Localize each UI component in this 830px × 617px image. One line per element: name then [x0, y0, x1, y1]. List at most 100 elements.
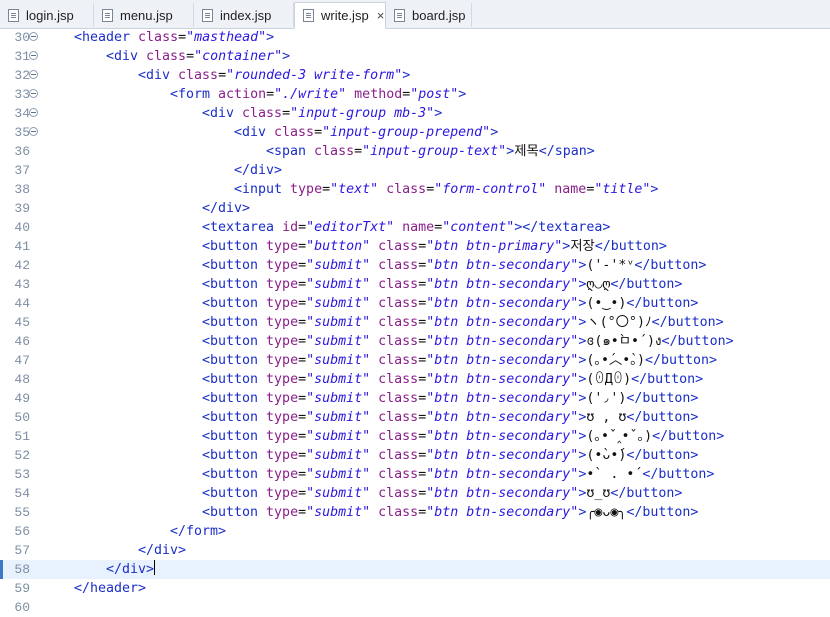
code-line[interactable]: 58 </div> [0, 560, 830, 579]
code-text: <button type="submit" class="btn btn-sec… [202, 465, 714, 484]
code-token: ('-'*ᵛ [586, 258, 635, 273]
code-token: <button [202, 258, 267, 273]
code-token: <textarea [202, 220, 283, 235]
line-number: 36 [14, 144, 30, 159]
code-token: </header> [74, 581, 147, 596]
line-number: 54 [14, 486, 30, 501]
code-line[interactable]: 51 <button type="submit" class="btn btn-s… [0, 427, 830, 446]
code-line[interactable]: 56 </form> [0, 522, 830, 541]
code-line[interactable]: 34 <div class="input-group mb-3"> [0, 104, 830, 123]
code-line[interactable]: 48 <button type="submit" class="btn btn-s… [0, 370, 830, 389]
code-token: (｡•́︿•̀｡) [586, 353, 645, 368]
code-editor[interactable]: 30 <header class="masthead"> 31 <div class=… [0, 28, 830, 615]
code-line[interactable]: 46 <button type="submit" class="btn btn-s… [0, 332, 830, 351]
code-text: <button type="submit" class="btn btn-sec… [202, 275, 682, 294]
code-token: = [418, 258, 427, 273]
code-token: ('◞') [586, 391, 627, 406]
code-token: "rounded-3 write-form" [226, 68, 403, 83]
tab-write-jsp[interactable]: write.jsp × [294, 2, 386, 29]
tab-login-jsp[interactable]: login.jsp [0, 3, 94, 27]
tab-menu-jsp[interactable]: menu.jsp [94, 3, 194, 27]
code-line[interactable]: 44 <button type="submit" class="btn btn-s… [0, 294, 830, 313]
code-token: class [242, 106, 283, 121]
code-token: "submit" [306, 258, 371, 273]
code-line[interactable]: 37 </div> [0, 161, 830, 180]
code-token: "submit" [306, 353, 371, 368]
code-line[interactable]: 36 <span class="input-group-text">제목</spa… [0, 142, 830, 161]
code-line[interactable]: 41 <button type="button" class="btn btn-p… [0, 237, 830, 256]
code-line[interactable]: 35 <div class="input-group-prepend"> [0, 123, 830, 142]
code-line[interactable]: 40 <textarea id="editorTxt" name="content… [0, 218, 830, 237]
code-line[interactable]: 60 [0, 598, 830, 617]
collapse-fold-icon[interactable] [29, 32, 38, 41]
line-number: 45 [14, 315, 30, 330]
code-token: <button [202, 486, 267, 501]
close-icon[interactable]: × [377, 8, 385, 23]
code-token: type [266, 486, 299, 501]
code-text: <button type="submit" class="btn btn-sec… [202, 294, 698, 313]
collapse-fold-icon[interactable] [29, 108, 38, 117]
code-token: "btn btn-secondary" [426, 315, 579, 330]
code-text: </div> [202, 199, 250, 218]
code-token: "title" [594, 182, 651, 197]
code-line[interactable]: 43 <button type="submit" class="btn btn-s… [0, 275, 830, 294]
collapse-fold-icon[interactable] [29, 127, 38, 136]
line-number: 41 [14, 239, 30, 254]
code-line[interactable]: 39 </div> [0, 199, 830, 218]
code-token: "button" [306, 239, 371, 254]
code-token: "submit" [306, 372, 371, 387]
code-line[interactable]: 49 <button type="submit" class="btn btn-s… [0, 389, 830, 408]
code-line[interactable]: 32 <div class="rounded-3 write-form"> [0, 66, 830, 85]
code-line[interactable]: 52 <button type="submit" class="btn btn-s… [0, 446, 830, 465]
collapse-fold-icon[interactable] [29, 70, 38, 79]
code-token: class [370, 353, 419, 368]
code-line[interactable]: 33 <form action="./write" method="post"> [0, 85, 830, 104]
code-line[interactable]: 50 <button type="submit" class="btn btn-s… [0, 408, 830, 427]
line-number: 37 [14, 163, 30, 178]
jsp-file-icon [303, 9, 314, 22]
code-token: </button> [626, 391, 699, 406]
code-token: "masthead" [186, 30, 267, 45]
code-token: (｡•ˇ‸•ˇ｡) [586, 429, 653, 444]
code-token: = [178, 30, 187, 45]
collapse-fold-icon[interactable] [29, 89, 38, 98]
code-line[interactable]: 47 <button type="submit" class="btn btn-s… [0, 351, 830, 370]
code-token: </button> [610, 277, 683, 292]
code-text: <button type="submit" class="btn btn-sec… [202, 389, 698, 408]
code-line[interactable]: 38 <input type="text" class="form-control… [0, 180, 830, 199]
code-token: class [314, 144, 355, 159]
code-line[interactable]: 54 <button type="submit" class="btn btn-s… [0, 484, 830, 503]
code-token: method [346, 87, 403, 102]
collapse-fold-icon[interactable] [29, 51, 38, 60]
code-token: "form-control" [434, 182, 547, 197]
line-number: 55 [14, 505, 30, 520]
tab-board-jsp[interactable]: board.jsp [386, 3, 472, 27]
code-token: "btn btn-primary" [426, 239, 563, 254]
code-line[interactable]: 57 </div> [0, 541, 830, 560]
code-text: <span class="input-group-text">제목</span> [266, 142, 595, 161]
code-line[interactable]: 30 <header class="masthead"> [0, 28, 830, 47]
code-token: class [370, 410, 419, 425]
code-token: = [418, 315, 427, 330]
code-line[interactable]: 42 <button type="submit" class="btn btn-s… [0, 256, 830, 275]
code-line[interactable]: 53 <button type="submit" class="btn btn-s… [0, 465, 830, 484]
code-line[interactable]: 45 <button type="submit" class="btn btn-s… [0, 313, 830, 332]
code-token: </button> [626, 410, 699, 425]
code-token: type [266, 372, 299, 387]
code-token: type [266, 410, 299, 425]
code-token: "btn btn-secondary" [426, 448, 579, 463]
line-number: 43 [14, 277, 30, 292]
jsp-file-icon [394, 8, 405, 22]
code-text: <div class="input-group-prepend"> [234, 123, 498, 142]
line-number: 40 [14, 220, 30, 235]
code-token: = [354, 144, 363, 159]
tab-index-jsp[interactable]: index.jsp [194, 3, 294, 27]
code-token: <button [202, 448, 267, 463]
code-token: <button [202, 353, 267, 368]
line-number: 52 [14, 448, 30, 463]
code-line[interactable]: 59 </header> [0, 579, 830, 598]
code-text: <form action="./write" method="post"> [170, 85, 466, 104]
code-line[interactable]: 31 <div class="container"> [0, 47, 830, 66]
code-line[interactable]: 55 <button type="submit" class="btn btn-s… [0, 503, 830, 522]
line-number: 49 [14, 391, 30, 406]
